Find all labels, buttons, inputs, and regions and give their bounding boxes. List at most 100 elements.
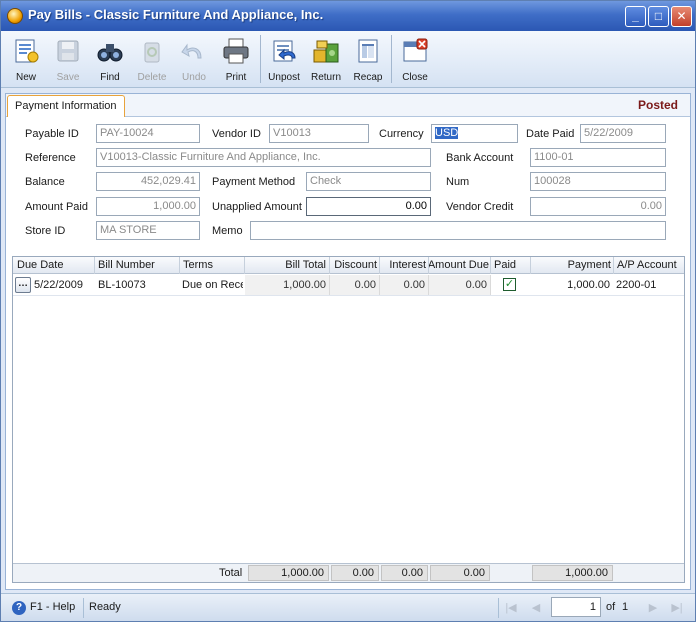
recap-report-icon bbox=[358, 39, 378, 63]
store-id-field[interactable]: MA STORE bbox=[96, 221, 200, 240]
memo-field[interactable] bbox=[250, 221, 666, 240]
column-divider[interactable] bbox=[613, 257, 614, 274]
save-button[interactable]: Save bbox=[47, 33, 89, 85]
close-window-button[interactable]: ✕ bbox=[671, 6, 692, 27]
cell-bill-total: 1,000.00 bbox=[283, 279, 326, 291]
next-page-icon[interactable]: ▶ bbox=[645, 600, 661, 616]
row-details-button[interactable]: … bbox=[15, 277, 31, 293]
cell-interest: 0.00 bbox=[403, 279, 425, 291]
paid-checkbox[interactable]: ✓ bbox=[503, 278, 516, 291]
col-interest[interactable]: Interest bbox=[380, 259, 426, 271]
table-row[interactable]: … 5/22/2009 BL-10073 Due on Receipt 1,00… bbox=[13, 275, 684, 296]
grid-header: Due Date Bill Number Terms Bill Total Di… bbox=[13, 257, 684, 274]
page-of-label: of bbox=[606, 601, 616, 613]
col-amount-due[interactable]: Amount Due bbox=[429, 259, 489, 271]
vendor-credit-label: Vendor Credit bbox=[446, 201, 514, 213]
find-button[interactable]: Find bbox=[89, 33, 131, 85]
status-text: Ready bbox=[89, 601, 121, 613]
column-divider[interactable] bbox=[490, 257, 491, 274]
total-interest: 0.00 bbox=[381, 565, 428, 581]
toolbar-separator bbox=[391, 35, 392, 83]
reference-field[interactable]: V10013-Classic Furniture And Appliance, … bbox=[96, 148, 431, 167]
app-icon bbox=[7, 8, 23, 24]
close-window-icon bbox=[403, 38, 428, 62]
date-paid-field[interactable]: 5/22/2009 bbox=[580, 124, 666, 143]
help-icon[interactable]: ? bbox=[12, 601, 26, 615]
cell-bill-number[interactable]: BL-10073 bbox=[98, 279, 178, 291]
column-divider[interactable] bbox=[94, 257, 95, 274]
balance-label: Balance bbox=[25, 176, 65, 188]
col-bill-number[interactable]: Bill Number bbox=[98, 259, 178, 271]
total-amount-due: 0.00 bbox=[430, 565, 490, 581]
posted-status: Posted bbox=[637, 98, 678, 112]
cell-discount: 0.00 bbox=[354, 279, 376, 291]
print-button[interactable]: Print bbox=[215, 33, 257, 85]
col-paid[interactable]: Paid bbox=[494, 259, 530, 271]
undo-button[interactable]: Undo bbox=[173, 33, 215, 85]
memo-label: Memo bbox=[212, 225, 243, 237]
currency-selected-text: USD bbox=[435, 127, 459, 139]
col-terms[interactable]: Terms bbox=[183, 259, 243, 271]
unapplied-amount-label: Unapplied Amount bbox=[212, 201, 302, 213]
delete-label: Delete bbox=[137, 72, 167, 83]
last-page-icon[interactable]: ▶| bbox=[669, 600, 685, 616]
total-discount: 0.00 bbox=[331, 565, 379, 581]
undo-label: Undo bbox=[182, 72, 206, 83]
tab-payment-information[interactable]: Payment Information bbox=[7, 95, 125, 117]
payment-method-field[interactable]: Check bbox=[306, 172, 431, 191]
return-button[interactable]: Return bbox=[305, 33, 347, 85]
new-document-icon bbox=[15, 39, 39, 63]
date-paid-label: Date Paid bbox=[526, 128, 575, 140]
unpost-ledger-icon bbox=[273, 40, 296, 62]
cell-terms[interactable]: Due on Receipt bbox=[182, 279, 243, 291]
new-button[interactable]: New bbox=[5, 33, 47, 85]
delete-button[interactable]: Delete bbox=[131, 33, 173, 85]
recap-button[interactable]: Recap bbox=[347, 33, 389, 85]
cell-due-date[interactable]: 5/22/2009 bbox=[34, 279, 94, 291]
col-discount[interactable]: Discount bbox=[330, 259, 377, 271]
unapplied-amount-field[interactable]: 0.00 bbox=[306, 197, 431, 216]
col-payment[interactable]: Payment bbox=[531, 259, 611, 271]
previous-page-icon[interactable]: ◀ bbox=[528, 600, 544, 616]
printer-icon bbox=[223, 38, 249, 64]
toolbar-separator bbox=[260, 35, 261, 83]
col-ap-account[interactable]: A/P Account bbox=[617, 259, 683, 271]
page-number-input[interactable]: 1 bbox=[551, 597, 601, 617]
bank-account-field[interactable]: 1100-01 bbox=[530, 148, 666, 167]
col-bill-total[interactable]: Bill Total bbox=[245, 259, 326, 271]
vendor-credit-field[interactable]: 0.00 bbox=[530, 197, 666, 216]
total-payment: 1,000.00 bbox=[532, 565, 613, 581]
currency-label: Currency bbox=[379, 128, 424, 140]
bank-account-label: Bank Account bbox=[446, 152, 514, 164]
recap-label: Recap bbox=[353, 72, 383, 83]
unpost-label: Unpost bbox=[268, 72, 300, 83]
currency-field[interactable]: USD bbox=[431, 124, 518, 143]
bills-grid: Due Date Bill Number Terms Bill Total Di… bbox=[12, 256, 685, 583]
status-separator bbox=[498, 598, 499, 618]
help-hint[interactable]: F1 - Help bbox=[30, 601, 75, 613]
vendor-id-field[interactable]: V10013 bbox=[269, 124, 369, 143]
balance-field[interactable]: 452,029.41 bbox=[96, 172, 200, 191]
minimize-button[interactable]: _ bbox=[625, 6, 646, 27]
grid-footer: Total 1,000.00 0.00 0.00 0.00 1,000.00 bbox=[13, 563, 684, 582]
payable-id-field[interactable]: PAY-10024 bbox=[96, 124, 200, 143]
title-bar[interactable]: Pay Bills - Classic Furniture And Applia… bbox=[1, 1, 695, 31]
reference-label: Reference bbox=[25, 152, 76, 164]
col-due-date[interactable]: Due Date bbox=[17, 259, 93, 271]
close-button[interactable]: Close bbox=[394, 33, 436, 85]
column-divider[interactable] bbox=[179, 257, 180, 274]
cell-ap-account[interactable]: 2200-01 bbox=[616, 279, 682, 291]
amount-paid-field[interactable]: 1,000.00 bbox=[96, 197, 200, 216]
maximize-button[interactable]: □ bbox=[648, 6, 669, 27]
window-title: Pay Bills - Classic Furniture And Applia… bbox=[28, 7, 324, 22]
cell-payment[interactable]: 1,000.00 bbox=[531, 279, 610, 291]
cell-amount-due: 0.00 bbox=[465, 279, 487, 291]
save-label: Save bbox=[56, 72, 80, 83]
toolbar: New Save Find Delete Undo Print Unpost R… bbox=[1, 31, 695, 88]
first-page-icon[interactable]: |◀ bbox=[503, 600, 519, 616]
unpost-button[interactable]: Unpost bbox=[263, 33, 305, 85]
total-bill-total: 1,000.00 bbox=[248, 565, 329, 581]
num-field[interactable]: 100028 bbox=[530, 172, 666, 191]
status-bar: ? F1 - Help Ready |◀ ◀ 1 of 1 ▶ ▶| bbox=[1, 593, 695, 621]
payment-method-label: Payment Method bbox=[212, 176, 296, 188]
